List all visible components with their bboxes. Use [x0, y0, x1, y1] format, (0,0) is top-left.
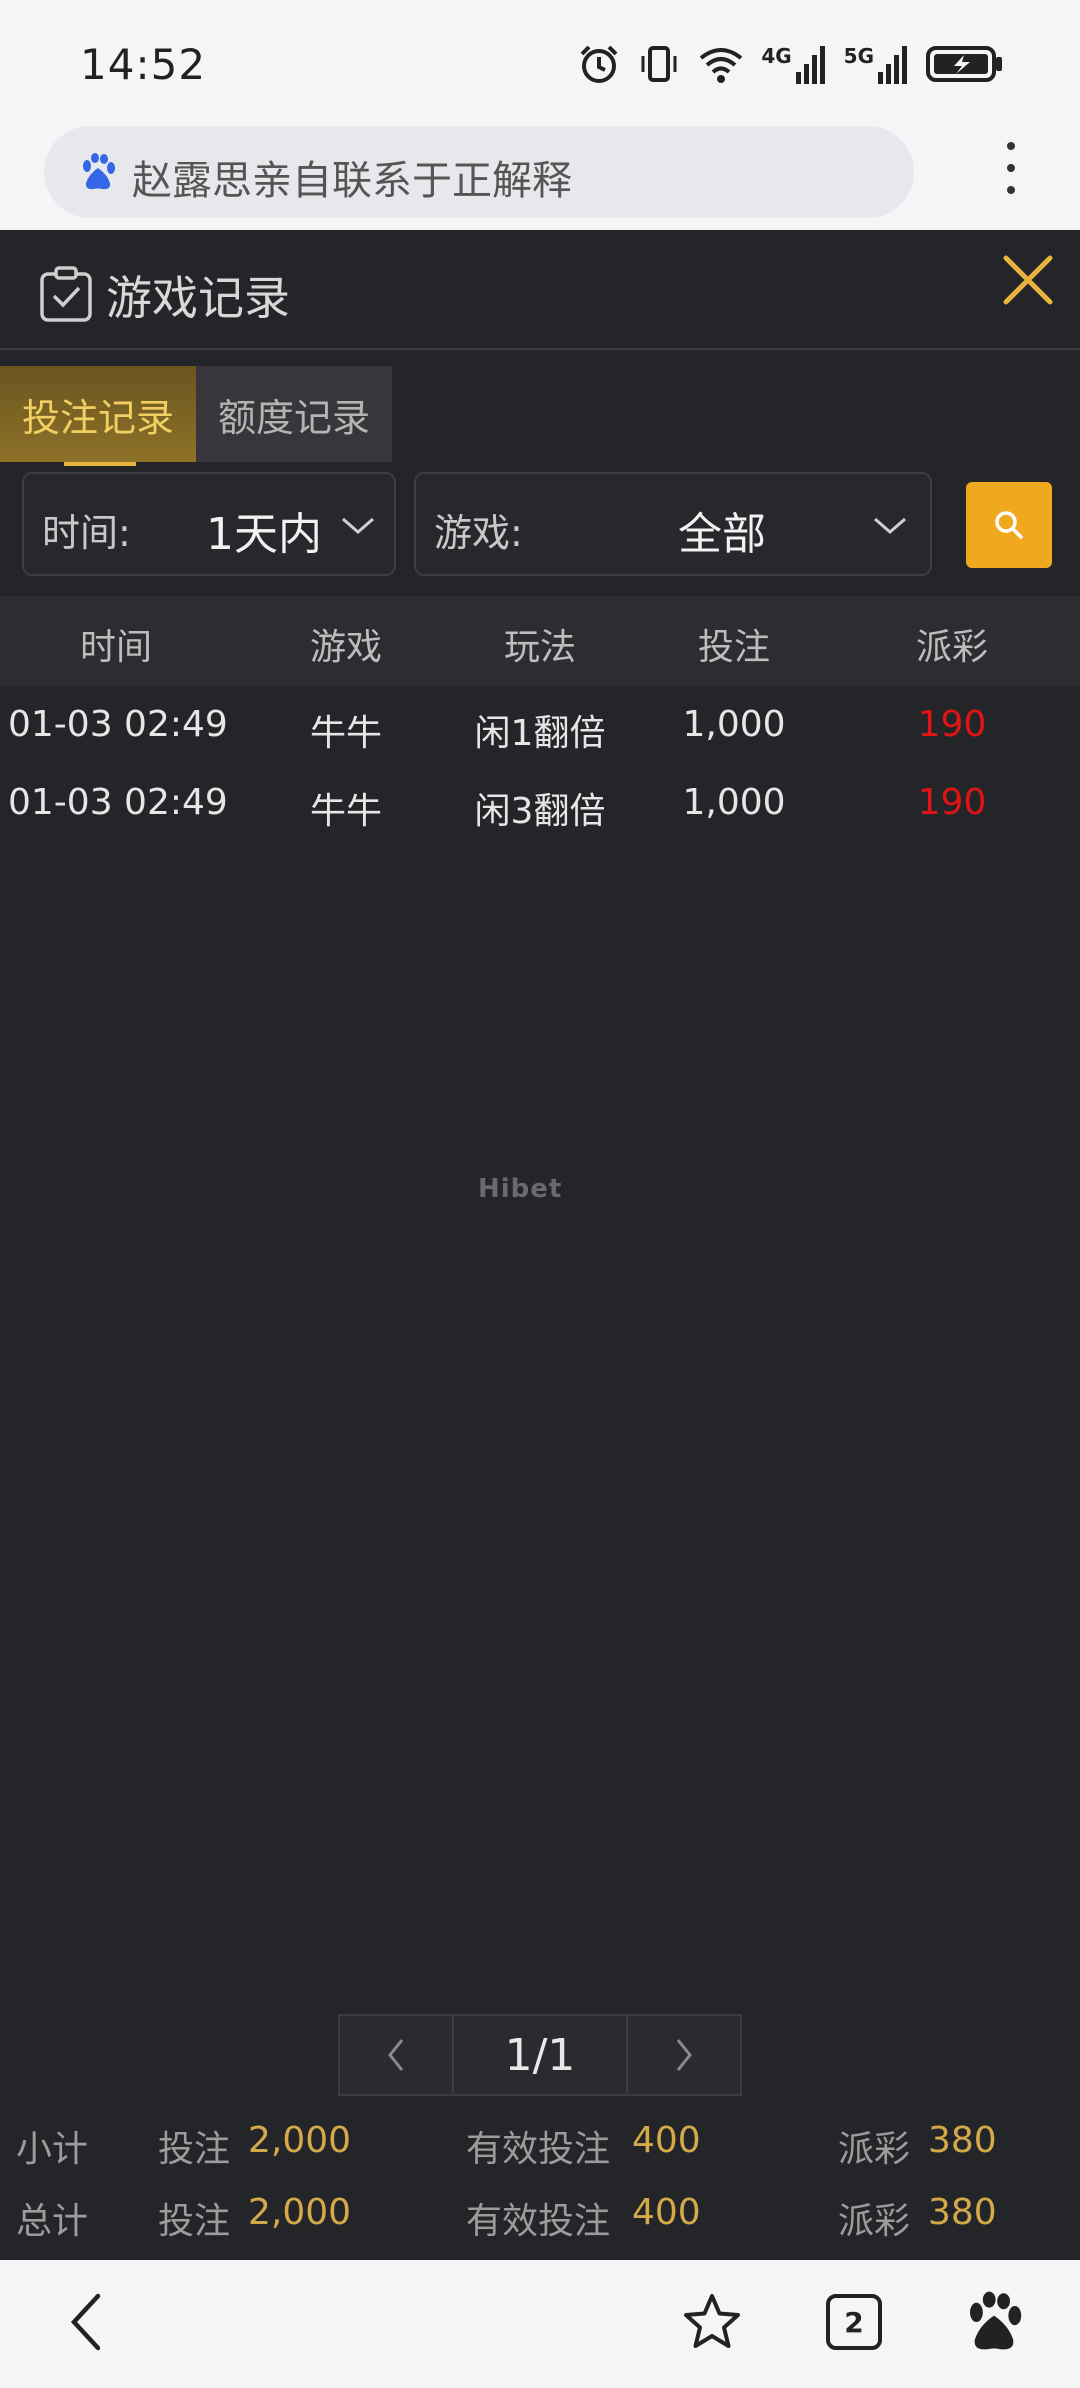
close-icon[interactable]	[1000, 252, 1056, 308]
game-filter-value: 全部	[678, 509, 766, 560]
total-valid-label: 有效投注	[466, 2201, 611, 2242]
chevron-down-icon	[342, 517, 374, 534]
tabs-button[interactable]: 2	[826, 2294, 882, 2350]
network-label-4g: 4G	[761, 44, 792, 68]
time-filter-select[interactable]: 时间: 1天内	[22, 472, 396, 576]
row-game: 牛牛	[309, 713, 382, 754]
row-play: 闲3翻倍	[474, 791, 606, 832]
vibrate-icon	[641, 46, 677, 82]
subtotal-payout-label: 派彩	[838, 2129, 911, 2170]
subtotal-valid-label: 有效投注	[466, 2129, 611, 2170]
tab-credit-records[interactable]: 额度记录	[196, 366, 392, 462]
game-record-panel: 游戏记录 投注记录 额度记录 时间: 1天内 游戏: 全部 时间 游戏 玩法 投…	[0, 230, 1080, 2260]
next-page-button[interactable]	[626, 2014, 742, 2096]
time-filter-label: 时间:	[42, 511, 131, 555]
star-bookmark-icon[interactable]	[680, 2290, 744, 2354]
panel-header: 游戏记录	[0, 230, 1080, 350]
address-bar[interactable]: 赵露思亲自联系于正解释	[44, 126, 914, 218]
baidu-logo-icon	[83, 153, 115, 190]
header-game: 游戏	[309, 627, 382, 668]
panel-title: 游戏记录	[106, 271, 290, 325]
game-filter-select[interactable]: 游戏: 全部	[414, 472, 932, 576]
row-bet: 1,000	[682, 704, 786, 745]
total-label: 总计	[16, 2201, 89, 2242]
row-bet: 1,000	[682, 782, 786, 823]
prev-page-button[interactable]	[338, 2014, 454, 2096]
alarm-icon	[580, 45, 618, 83]
more-menu-icon[interactable]	[996, 142, 1026, 202]
clipboard-check-icon	[40, 266, 92, 322]
hibet-watermark: Hibet	[478, 1174, 563, 1204]
table-header: 时间 游戏 玩法 投注 派彩	[0, 596, 1080, 686]
status-time: 14:52	[80, 40, 207, 89]
subtotal-bet-value: 2,000	[248, 2120, 352, 2161]
subtotal-payout-value: 380	[928, 2120, 997, 2161]
row-game: 牛牛	[309, 791, 382, 832]
search-icon	[995, 511, 1023, 539]
chevron-left-icon	[388, 2039, 404, 2071]
header-time: 时间	[79, 627, 152, 668]
tabs-count: 2	[844, 2305, 864, 2339]
total-payout-label: 派彩	[838, 2201, 911, 2242]
record-tabs: 投注记录 额度记录	[0, 366, 392, 466]
wifi-icon	[700, 48, 743, 83]
signal-5g-icon: 5G	[844, 44, 910, 84]
time-filter-value: 1天内	[206, 509, 322, 560]
tab-bet-records[interactable]: 投注记录	[0, 366, 196, 466]
total-bet-value: 2,000	[248, 2192, 352, 2233]
pagination: 1/1	[338, 2014, 742, 2096]
header-payout: 派彩	[915, 627, 988, 668]
row-payout: 190	[917, 704, 987, 745]
header-bet: 投注	[697, 627, 770, 668]
row-payout: 190	[917, 782, 987, 823]
page-indicator: 1/1	[454, 2014, 626, 2096]
baidu-home-icon[interactable]	[962, 2290, 1026, 2354]
search-button[interactable]	[966, 482, 1052, 568]
network-label-5g: 5G	[843, 44, 874, 68]
row-time: 01-03 02:49	[8, 704, 228, 745]
subtotal-row: 小计 投注 2,000 有效投注 400 派彩 380	[0, 2112, 1080, 2172]
browser-bottom-nav: 2	[0, 2260, 1080, 2388]
total-bet-label: 投注	[158, 2201, 231, 2242]
total-valid-value: 400	[632, 2192, 701, 2233]
chevron-right-icon	[676, 2039, 692, 2071]
subtotal-bet-label: 投注	[158, 2129, 231, 2170]
back-icon[interactable]	[66, 2290, 106, 2354]
row-play: 闲1翻倍	[474, 713, 606, 754]
header-play: 玩法	[503, 627, 576, 668]
status-bar: 14:52 4G 5G	[0, 0, 1080, 120]
table-row: 01-03 02:49 牛牛 闲3翻倍 1,000 190	[0, 764, 1080, 844]
status-icons: 4G 5G	[577, 36, 1004, 92]
total-payout-value: 380	[928, 2192, 997, 2233]
total-row: 总计 投注 2,000 有效投注 400 派彩 380	[0, 2184, 1080, 2244]
subtotal-label: 小计	[16, 2129, 89, 2170]
battery-charging-icon	[926, 46, 1002, 82]
signal-4g-icon: 4G	[761, 44, 827, 84]
filter-bar: 时间: 1天内 游戏: 全部	[0, 472, 1080, 576]
game-filter-label: 游戏:	[434, 511, 523, 555]
subtotal-valid-value: 400	[632, 2120, 701, 2161]
address-text: 赵露思亲自联系于正解释	[132, 158, 572, 204]
chevron-down-icon	[874, 517, 906, 534]
row-time: 01-03 02:49	[8, 782, 228, 823]
browser-bar: 赵露思亲自联系于正解释	[0, 120, 1080, 230]
table-row: 01-03 02:49 牛牛 闲1翻倍 1,000 190	[0, 686, 1080, 766]
